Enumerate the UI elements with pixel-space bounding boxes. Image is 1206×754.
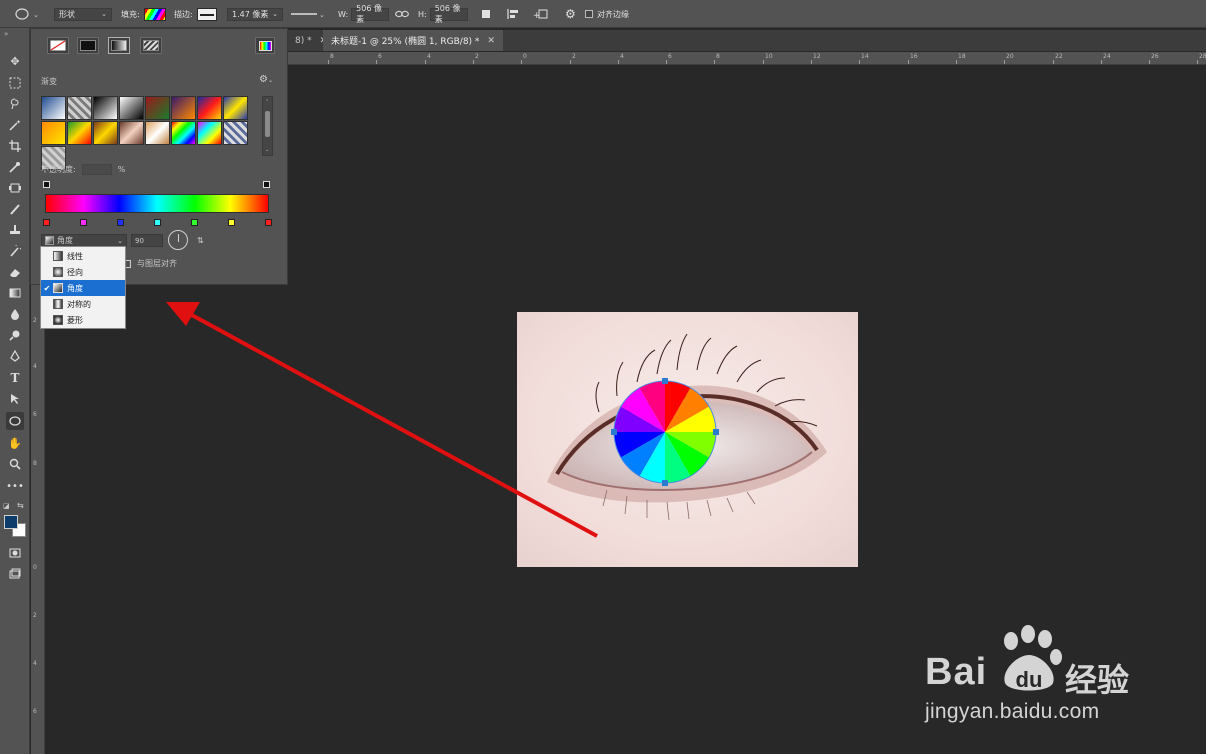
color-stop[interactable] <box>265 219 272 226</box>
watermark-brand: Bai <box>925 651 988 693</box>
menu-item-angle[interactable]: ✔ 角度 <box>41 280 125 296</box>
gradient-swatch[interactable] <box>93 96 118 120</box>
swatch-scrollbar[interactable]: ⌃ ⌄ <box>262 96 273 156</box>
gradient-panel-title: 渐变 <box>41 77 57 86</box>
gradient-swatch[interactable] <box>171 121 196 145</box>
baidu-paw-logo: du <box>1004 625 1062 692</box>
gradient-swatch[interactable] <box>67 96 92 120</box>
scrollbar-thumb[interactable] <box>265 111 270 137</box>
menu-item-label: 线性 <box>67 251 83 261</box>
gradient-swatch[interactable] <box>145 96 170 120</box>
color-stop[interactable] <box>154 219 161 226</box>
align-with-layer-label: 与图层对齐 <box>137 259 177 268</box>
gradient-swatch[interactable] <box>119 96 144 120</box>
menu-item-label: 径向 <box>67 267 83 277</box>
diamond-gradient-icon <box>53 315 63 325</box>
color-stop[interactable] <box>117 219 124 226</box>
menu-item-label: 对称的 <box>67 299 91 309</box>
gradient-swatch[interactable] <box>93 121 118 145</box>
gradient-swatch[interactable] <box>223 96 248 120</box>
color-stop[interactable] <box>191 219 198 226</box>
gradient-type-menu: 线性 径向 ✔ 角度 对称的 菱形 <box>40 246 126 329</box>
menu-item-linear[interactable]: 线性 <box>41 248 125 264</box>
color-picker-button[interactable] <box>255 37 275 54</box>
opacity-stop-left[interactable] <box>43 181 50 188</box>
gradient-swatch[interactable] <box>41 96 66 120</box>
solid-color-button[interactable] <box>77 37 99 54</box>
opacity-stop-right[interactable] <box>263 181 270 188</box>
gear-icon[interactable]: ⚙⌄ <box>259 74 273 85</box>
watermark-brand-cn: 经验 <box>1065 661 1130 699</box>
radial-gradient-icon <box>53 267 63 277</box>
color-stop[interactable] <box>228 219 235 226</box>
gradient-swatch[interactable] <box>41 121 66 145</box>
watermark-url: jingyan.baidu.com <box>925 700 1100 723</box>
angle-gradient-icon <box>45 236 54 245</box>
color-stop[interactable] <box>80 219 87 226</box>
photoshop-window: ⌄ 形状 ⌄ 填充: 描边: 1.47 像素 ⌄ ⌄ W: 506 像素 H: … <box>0 0 1206 754</box>
gradient-type-value: 角度 <box>57 236 73 245</box>
reflected-gradient-icon <box>53 299 63 309</box>
gradient-swatch[interactable] <box>197 96 222 120</box>
pattern-fill-button[interactable] <box>140 37 162 54</box>
reverse-gradient-icon[interactable]: ⇅ <box>197 236 204 245</box>
gradient-swatch[interactable] <box>171 96 196 120</box>
angle-value: 90 <box>135 237 144 245</box>
opacity-label: 不透明度: <box>41 165 76 174</box>
align-with-layer-checkbox[interactable]: 与图层对齐 <box>123 258 177 269</box>
gradient-swatch[interactable] <box>119 121 144 145</box>
menu-item-label: 菱形 <box>67 315 83 325</box>
check-icon: ✔ <box>43 283 51 293</box>
opacity-unit: % <box>117 165 126 174</box>
gradient-swatch[interactable] <box>197 121 222 145</box>
no-fill-button[interactable] <box>47 37 69 54</box>
gradient-swatch[interactable] <box>145 121 170 145</box>
menu-item-radial[interactable]: 径向 <box>41 264 125 280</box>
menu-item-reflected[interactable]: 对称的 <box>41 296 125 312</box>
gradient-swatch[interactable] <box>223 121 248 145</box>
menu-item-diamond[interactable]: 菱形 <box>41 312 125 328</box>
menu-item-label: 角度 <box>67 283 83 293</box>
gradient-bar[interactable] <box>45 194 269 213</box>
angle-field[interactable]: 90 <box>131 234 163 247</box>
angle-dial[interactable] <box>168 230 188 250</box>
opacity-field[interactable] <box>81 164 112 175</box>
color-stop[interactable] <box>43 219 50 226</box>
gradient-fill-button[interactable] <box>108 37 130 54</box>
gradient-swatch[interactable] <box>67 121 92 145</box>
gradient-swatch-grid <box>41 96 252 170</box>
foreground-color-swatch[interactable] <box>4 515 18 529</box>
angle-gradient-icon <box>53 283 63 293</box>
svg-text:du: du <box>1016 667 1043 692</box>
baidu-jingyan-watermark: Bai du 经验 jingyan.baidu.com <box>925 625 1145 725</box>
linear-gradient-icon <box>53 251 63 261</box>
